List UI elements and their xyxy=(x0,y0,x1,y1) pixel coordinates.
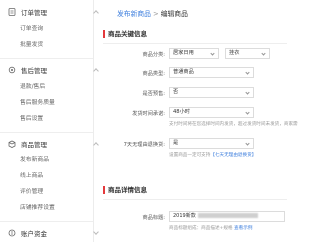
document-icon xyxy=(8,8,16,16)
breadcrumb: 发布新商品 > 编辑商品 xyxy=(117,8,188,18)
subcategory-value: 挂衣 xyxy=(229,50,240,56)
breadcrumb-current: 编辑商品 xyxy=(160,10,188,18)
chevron-down-icon xyxy=(245,90,250,95)
sidebar-item-online-products[interactable]: 线上商品 xyxy=(20,171,43,181)
return-policy-value: 是 xyxy=(173,140,179,146)
sidebar-group-after-sales[interactable]: 售后管理 xyxy=(8,64,99,76)
product-title-hint-text: 商品标题组成：商品描述+规格 xyxy=(169,226,233,231)
gear-icon xyxy=(8,66,16,74)
sidebar-group-title: 订单管理 xyxy=(21,9,47,17)
category-label: 商品分类: xyxy=(142,52,166,58)
breadcrumb-separator: > xyxy=(152,10,159,18)
sidebar-group-funds[interactable]: 账户资金 xyxy=(8,227,99,239)
category-value: 居家日用 xyxy=(173,50,194,56)
chevron-down-icon xyxy=(245,141,250,146)
sidebar-item-publish-product[interactable]: 发布新商品 xyxy=(20,155,49,165)
coin-icon xyxy=(8,229,16,237)
chevron-down-icon xyxy=(245,70,250,75)
sidebar-item-refunds[interactable]: 退款/售后 xyxy=(20,82,45,92)
sidebar-group-title: 账户资金 xyxy=(21,230,47,238)
sidebar: 订单管理 订单查询 批量发货 售后管理 退款/售后 售后服务质量 售后设置 商品… xyxy=(0,0,99,242)
blurred-text xyxy=(197,213,258,218)
sidebar-item-shop-recommend[interactable]: 店铺推荐设置 xyxy=(20,203,55,213)
product-title-input[interactable]: 2019新款 xyxy=(169,211,285,222)
sidebar-group-title: 商品管理 xyxy=(21,141,47,149)
presale-select[interactable]: 否 xyxy=(169,87,254,98)
sidebar-group-title: 售后管理 xyxy=(21,67,47,75)
section-divider xyxy=(103,43,287,44)
presale-value: 否 xyxy=(173,89,179,95)
box-icon xyxy=(8,140,16,148)
section-detail-info-title: 商品详情信息 xyxy=(103,185,147,195)
sidebar-item-reviews[interactable]: 评价管理 xyxy=(20,187,43,197)
sidebar-item-after-sales-settings[interactable]: 售后设置 xyxy=(20,114,43,124)
example-link[interactable]: 查看示例 xyxy=(234,226,252,231)
main-content: 发布新商品 > 编辑商品 商品关键信息 商品分类: 居家日用 挂衣 商品类型: 普通… xyxy=(95,0,298,242)
sidebar-item-order-query[interactable]: 订单查询 xyxy=(20,24,43,34)
breadcrumb-link[interactable]: 发布新商品 xyxy=(117,10,151,18)
chevron-down-icon xyxy=(261,51,266,56)
ship-time-hint: 支付时间将在您选择时间内发货，超过发货时间未发货，商家需 xyxy=(169,122,298,127)
category-select[interactable]: 居家日用 xyxy=(169,48,219,59)
return-policy-label: 7天无理由退换货: xyxy=(123,142,165,148)
sidebar-group-orders[interactable]: 订单管理 xyxy=(8,6,99,18)
product-title-hint: 商品标题组成：商品描述+规格 查看示例 xyxy=(169,225,252,231)
section-key-info-title: 商品关键信息 xyxy=(103,29,147,39)
return-policy-hint: 设置商品一定可支持【七天无理由退换货】 xyxy=(169,152,256,158)
sidebar-divider xyxy=(0,58,93,59)
sidebar-item-service-quality[interactable]: 售后服务质量 xyxy=(20,98,55,108)
return-policy-hint-text: 设置商品一定可支持 xyxy=(169,153,211,158)
product-type-value: 普通商品 xyxy=(173,69,194,75)
product-title-label: 商品标题: xyxy=(142,215,166,221)
sidebar-divider xyxy=(0,221,93,222)
product-type-label: 商品类型: xyxy=(142,71,166,77)
ship-time-label: 发货时间承诺: xyxy=(132,111,165,117)
subcategory-select[interactable]: 挂衣 xyxy=(225,48,270,59)
return-policy-link[interactable]: 【七天无理由退换货】 xyxy=(210,153,256,158)
presale-label: 是否预售: xyxy=(142,91,166,97)
sidebar-item-batch-ship[interactable]: 批量发货 xyxy=(20,40,43,50)
sidebar-divider xyxy=(0,132,93,133)
ship-time-select[interactable]: 48小时 xyxy=(169,107,254,118)
return-policy-select[interactable]: 是 xyxy=(169,138,254,149)
section-divider xyxy=(103,199,287,200)
chevron-down-icon xyxy=(245,110,250,115)
product-title-value: 2019新款 xyxy=(173,213,196,219)
product-type-select[interactable]: 普通商品 xyxy=(169,67,254,78)
sidebar-group-products[interactable]: 商品管理 xyxy=(8,138,99,150)
chevron-down-icon xyxy=(210,51,215,56)
ship-time-value: 48小时 xyxy=(173,109,190,115)
